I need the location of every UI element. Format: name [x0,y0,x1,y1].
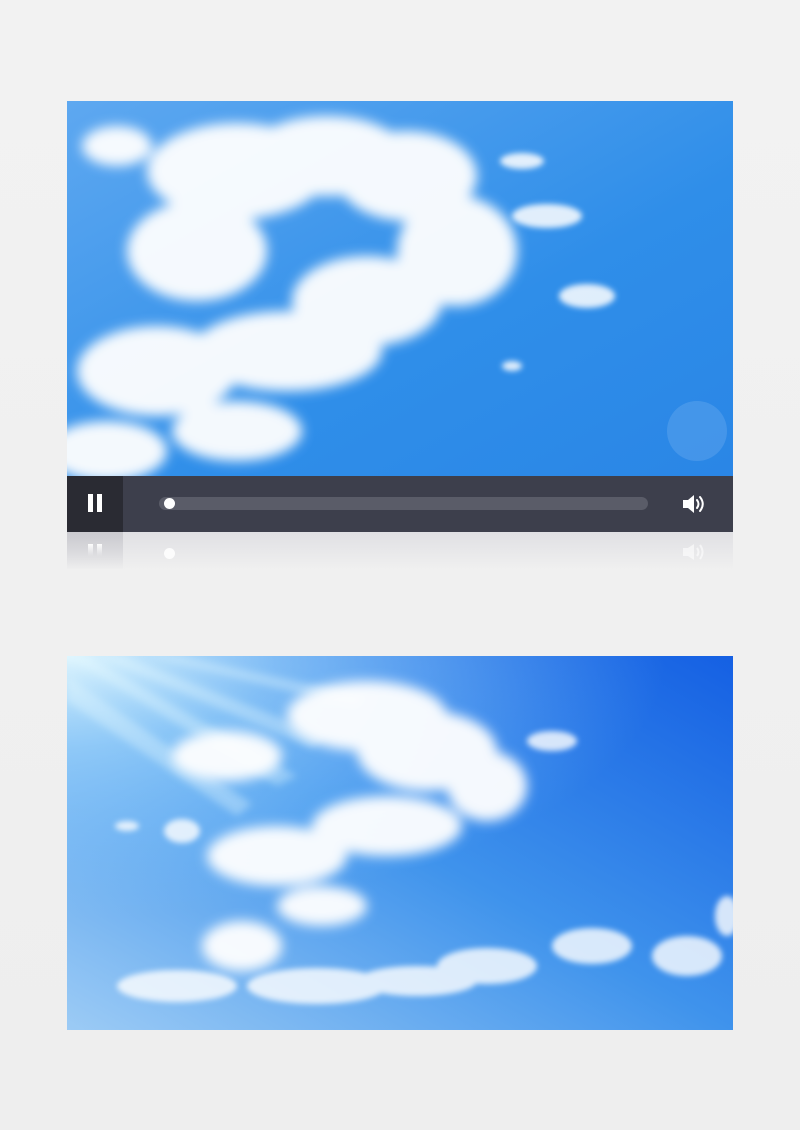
progress-bar[interactable] [159,497,648,510]
progress-handle[interactable] [163,498,175,509]
progress-handle-reflection [163,548,175,559]
video-frame-2[interactable] [67,656,733,1030]
video-control-bar [67,476,733,532]
sky-sunlight-image [67,656,733,1030]
pause-icon-reflection-bar [97,544,102,556]
video-frame-1[interactable] [67,101,733,476]
speaker-volume-icon-reflection [683,544,704,560]
pause-icon [88,494,93,512]
player-reflection [67,532,733,570]
volume-button[interactable] [680,490,708,518]
speaker-volume-icon [683,495,704,513]
pause-icon-reflection [88,544,93,556]
pause-icon-bar [97,494,102,512]
pause-button-reflection [67,532,123,570]
pause-button[interactable] [67,476,123,532]
sky-clouds-image [67,101,733,476]
